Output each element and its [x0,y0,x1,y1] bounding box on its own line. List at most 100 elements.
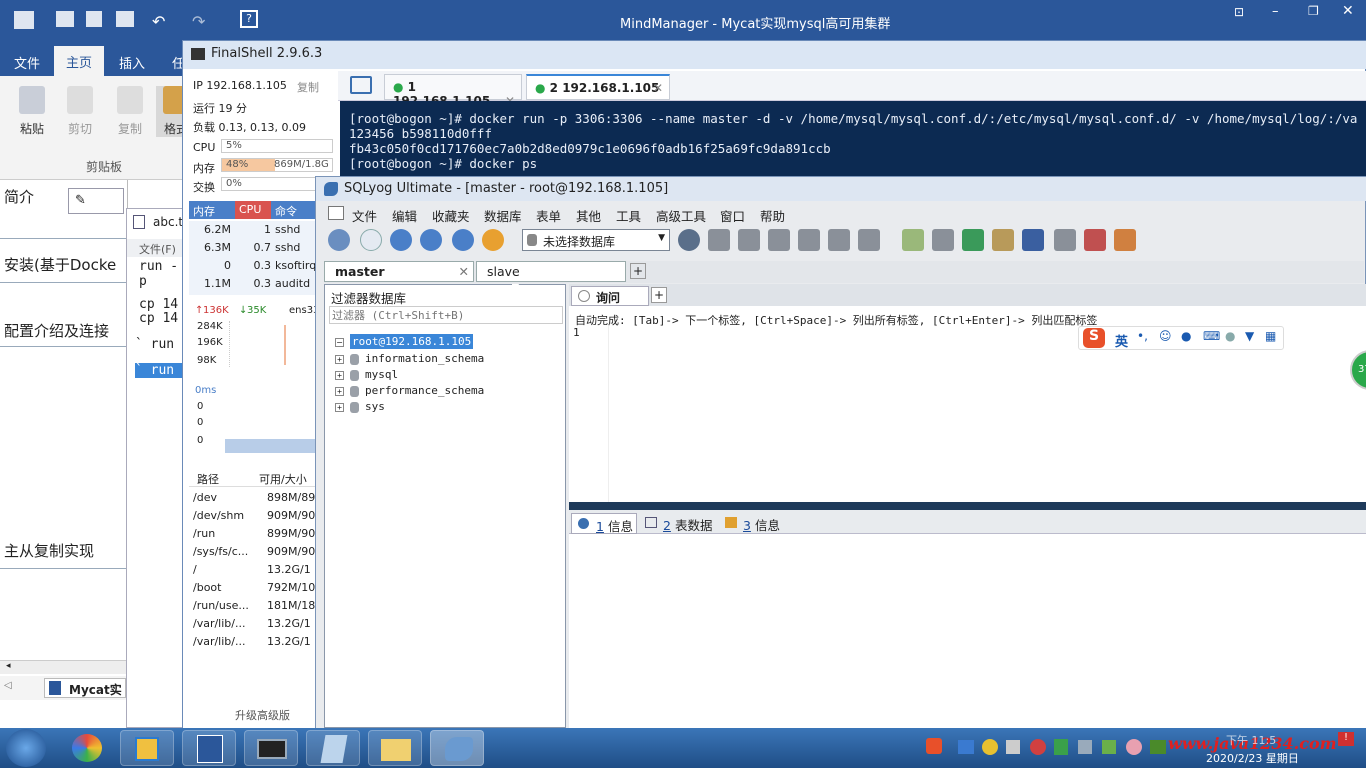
document-tab[interactable]: Mycat实 [44,678,126,698]
table-data-icon[interactable] [828,229,850,251]
expand-icon[interactable]: + [335,370,344,380]
col-command[interactable]: 命令 [275,203,297,219]
undo-icon[interactable]: ↶ [152,12,165,31]
taskbar-app-folder[interactable] [368,730,422,766]
menu-advanced-tools[interactable]: 高级工具 [656,206,706,225]
disk-row[interactable]: /dev 898M/89 [189,489,335,507]
refresh-icon[interactable] [452,229,474,251]
expand-icon[interactable]: + [335,402,344,412]
menu-favorites[interactable]: 收藏夹 [432,206,470,225]
tray-action-center-icon[interactable] [1078,740,1092,754]
tray-notification-icon[interactable]: ! [1338,732,1354,746]
open-folder-icon[interactable] [56,11,74,27]
close-tab-icon[interactable]: ✕ [653,81,663,95]
import-icon[interactable] [798,229,820,251]
expand-icon[interactable]: + [335,354,344,364]
add-query-tab-icon[interactable]: + [651,287,667,303]
result-tab-info[interactable]: 1 信息 [571,513,637,534]
add-tab-icon[interactable]: + [630,263,646,279]
query-builder-icon[interactable] [1114,229,1136,251]
tree-db-item[interactable]: + sys [335,400,385,413]
scheduler-icon[interactable] [1022,229,1044,251]
clock-time[interactable]: 下午 11:5 [1226,732,1276,748]
taskbar-app-mindmanager[interactable] [182,730,236,766]
menu-edit[interactable]: 编辑 [392,206,417,225]
sync-icon[interactable] [932,229,954,251]
minimize-icon[interactable]: – [1272,4,1279,19]
eraser-icon[interactable] [902,229,924,251]
tray-security-icon[interactable] [1102,740,1116,754]
microphone-icon[interactable]: ● [1181,329,1191,343]
col-cpu[interactable]: CPU [235,201,271,219]
menu-window[interactable]: 窗口 [720,206,745,225]
session-tab-2[interactable]: ● 2 192.168.1.105 ✕ [526,74,670,100]
new-file-icon[interactable] [14,11,34,29]
menu-other[interactable]: 其他 [576,206,601,225]
result-tab-info-2[interactable]: 3 信息 [721,513,781,534]
emoji-icon[interactable]: ☺ [1159,329,1172,343]
paste-button[interactable]: 粘贴 [12,86,52,137]
tree-db-item[interactable]: + performance_schema [335,384,484,397]
save-icon[interactable] [86,11,102,27]
report-icon[interactable] [1084,229,1106,251]
topic-replication[interactable]: 主从复制实现 [4,540,94,561]
query-tab[interactable]: 询问 [571,286,649,306]
tree-root-node[interactable]: − root@192.168.1.105 [335,334,474,349]
menu-file[interactable]: 文件 [352,206,377,225]
help-icon[interactable]: ? [240,10,258,28]
user-icon[interactable]: ● [1225,329,1235,343]
process-row[interactable]: 0 0.3 ksoftirq [189,257,335,275]
user-manager-icon[interactable] [678,229,700,251]
editor-file-menu[interactable]: 文件(F) [139,241,176,257]
splitter[interactable] [569,502,1366,510]
col-path[interactable]: 路径 [197,471,219,487]
disk-row[interactable]: /dev/shm 909M/90 [189,507,335,525]
horizontal-scrollbar[interactable]: ◂ [0,660,126,674]
redo-icon[interactable]: ↷ [192,12,205,31]
tray-device-icon[interactable] [1006,740,1020,754]
cut-button[interactable]: 剪切 [60,86,100,137]
execute-query-icon[interactable] [390,229,412,251]
execute-all-icon[interactable] [420,229,442,251]
terminal-output[interactable]: [root@bogon ~]# docker run -p 3306:3306 … [340,101,1366,181]
tray-nvidia-icon[interactable] [1150,740,1166,754]
taskbar-app-explorer[interactable] [120,730,174,766]
copy-button[interactable]: 复制 [110,86,150,137]
menu-table[interactable]: 表单 [536,206,561,225]
keyboard-icon[interactable]: ⌨ [1203,329,1220,343]
folder-icon[interactable] [350,76,372,94]
topic-install[interactable]: 安装(基于Docke [4,254,116,275]
menu-database[interactable]: 数据库 [484,206,522,225]
start-button[interactable] [6,729,46,767]
tab-file[interactable]: 文件 [14,53,40,72]
collapse-icon[interactable]: − [335,337,344,347]
taskbar-app-sqlyog[interactable] [430,730,484,766]
disk-row[interactable]: /run 899M/90 [189,525,335,543]
tree-db-item[interactable]: + information_schema [335,352,484,365]
tab-scroll-icon[interactable]: ◁ [4,680,12,691]
restore-icon[interactable] [738,229,760,251]
skin-icon[interactable]: ▼ [1245,329,1254,343]
connection-tab-slave[interactable]: slave [476,261,626,282]
disk-row[interactable]: /var/lib/... 13.2G/1 [189,633,335,651]
session-tab-1[interactable]: ● 1 192.168.1.105 ✕ [384,74,522,108]
backup-icon[interactable] [708,229,730,251]
col-memory[interactable]: 内存 [193,203,215,219]
taskbar-app-notepad[interactable] [306,730,360,766]
tree-db-item[interactable]: + mysql [335,368,398,381]
database-select[interactable]: 未选择数据库 ▼ [522,229,670,251]
col-available[interactable]: 可用/大小 [259,471,307,487]
filter-input[interactable] [329,306,563,324]
tray-shield-icon[interactable] [1054,739,1068,755]
schema-designer-icon[interactable] [482,229,504,251]
connection-tab-master[interactable]: master ✕ [324,261,474,282]
result-tab-table-data[interactable]: 2 表数据 [641,513,713,534]
query-editor[interactable]: 1 [569,326,1366,502]
topic-config[interactable]: 配置介绍及连接 [4,320,109,341]
topic-intro[interactable]: 简介 [4,186,34,207]
disk-row[interactable]: /boot 792M/101 [189,579,335,597]
sogou-logo-icon[interactable]: S [1083,328,1105,348]
notifications-icon[interactable] [1054,229,1076,251]
maximize-icon[interactable]: ❐ [1308,4,1319,18]
disk-row[interactable]: /sys/fs/c... 909M/90 [189,543,335,561]
